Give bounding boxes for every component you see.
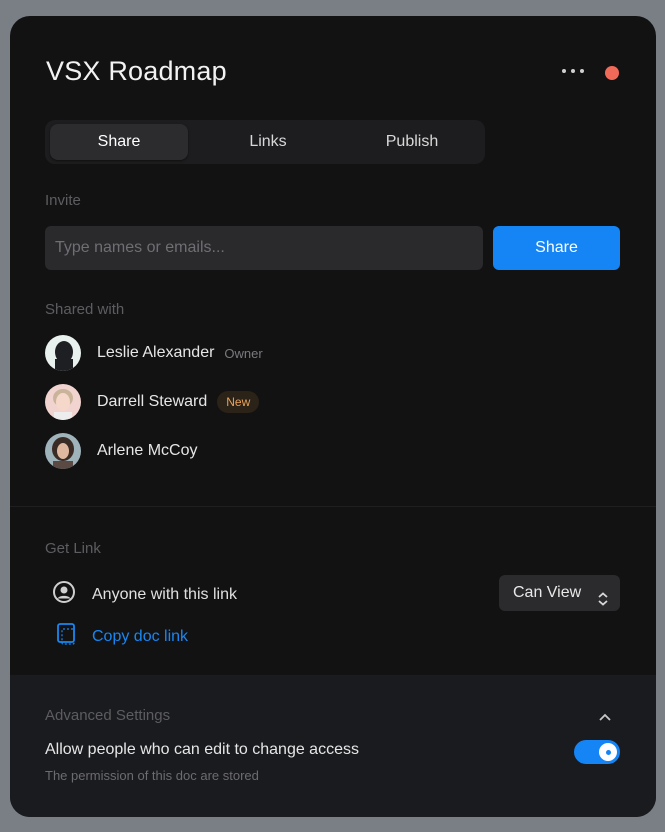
link-access-row: Anyone with this link <box>52 580 237 609</box>
toggle-knob <box>599 743 617 761</box>
more-horizontal-icon[interactable] <box>562 64 584 78</box>
allow-change-access-label: Allow people who can edit to change acce… <box>45 741 359 758</box>
person-name: Darrell Steward <box>97 393 208 410</box>
invite-input[interactable] <box>45 226 483 270</box>
user-circle-icon <box>52 580 76 609</box>
get-link-label: Get Link <box>45 540 101 557</box>
avatar <box>45 335 81 371</box>
tab-share[interactable]: Share <box>50 124 188 160</box>
chevron-up-icon[interactable] <box>598 709 612 727</box>
invite-label: Invite <box>45 192 81 209</box>
owner-tag: Owner <box>224 345 263 361</box>
share-dialog: VSX Roadmap Share Links Publish Invite S… <box>10 16 656 817</box>
doc-title: VSX Roadmap <box>46 56 227 86</box>
permission-note: The permission of this doc are stored <box>45 768 259 783</box>
person-row[interactable]: Arlene McCoy <box>45 433 197 469</box>
new-badge: New <box>217 391 260 413</box>
copy-icon <box>56 622 78 651</box>
avatar <box>45 433 81 469</box>
close-dot-icon[interactable] <box>605 66 619 80</box>
person-row[interactable]: Leslie Alexander Owner <box>45 335 263 371</box>
copy-link-label: Copy doc link <box>92 627 189 645</box>
change-access-toggle[interactable] <box>574 740 620 764</box>
section-divider <box>10 506 656 507</box>
person-name: Arlene McCoy <box>97 442 198 459</box>
link-access-text: Anyone with this link <box>92 585 237 603</box>
permission-value: Can View <box>513 584 582 601</box>
advanced-settings: Advanced Settings Allow people who can e… <box>10 675 656 817</box>
person-name: Leslie Alexander <box>97 344 215 361</box>
shared-with-label: Shared with <box>45 301 125 318</box>
avatar <box>45 384 81 420</box>
advanced-settings-title: Advanced Settings <box>45 707 171 724</box>
tab-publish[interactable]: Publish <box>342 124 482 160</box>
chevron-updown-icon <box>596 585 610 621</box>
person-row[interactable]: Darrell Steward New <box>45 384 260 420</box>
share-button[interactable]: Share <box>493 226 620 270</box>
tab-bar: Share Links Publish <box>45 120 485 164</box>
permission-select[interactable]: Can View <box>499 575 620 611</box>
tab-links[interactable]: Links <box>196 124 340 160</box>
copy-doc-link[interactable]: Copy doc link <box>56 622 188 651</box>
